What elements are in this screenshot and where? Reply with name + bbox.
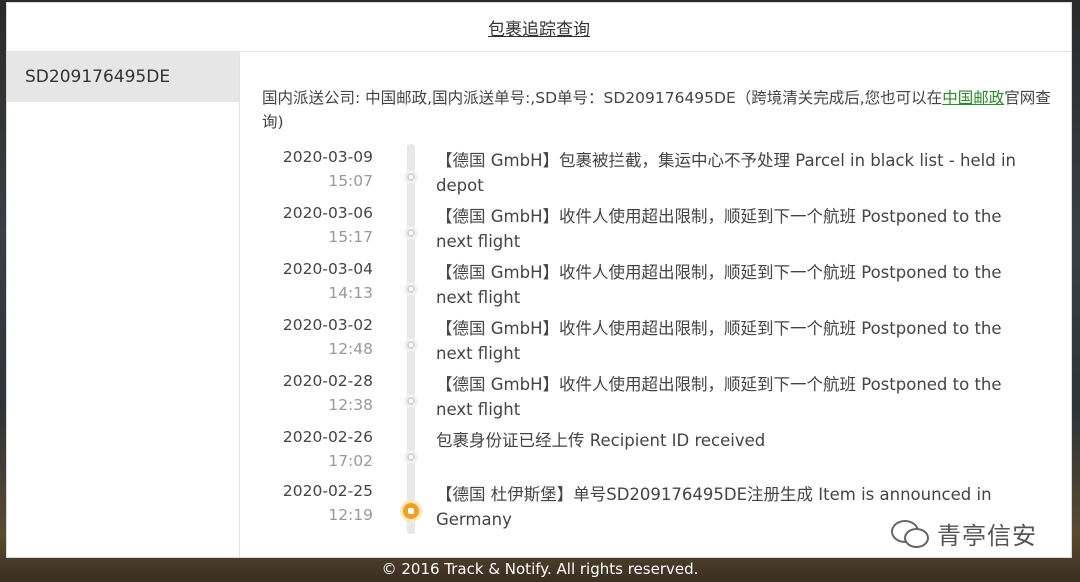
page-header: 包裹追踪查询 [7,3,1071,52]
timeline-dot-icon [404,226,418,240]
timeline-dot-icon [404,394,418,408]
event-time: 15:17 [328,228,373,246]
delivery-info-prefix: 国内派送公司: 中国邮政,国内派送单号:,SD单号：SD209176495DE（… [262,89,943,107]
event-description: 【德国 GmbH】收件人使用超出限制，顺延到下一个航班 Postponed to… [436,263,1002,307]
event-description: 【德国 GmbH】包裹被拦截，集运中心不予处理 Parcel in black … [436,151,1016,195]
event-time: 15:07 [328,172,373,190]
tracking-card: 包裹追踪查询 SD209176495DE 国内派送公司: 中国邮政,国内派送单号… [6,2,1072,558]
china-post-link[interactable]: 中国邮政 [942,89,1004,107]
event-time: 14:13 [328,284,373,302]
timeline-active-dot-icon [400,500,422,522]
event-date: 2020-03-02 [282,316,373,334]
page-footer: © 2016 Track & Notify. All rights reserv… [381,560,699,578]
event-date: 2020-03-09 [282,148,373,166]
event-date: 2020-03-04 [282,260,373,278]
event-description: 【德国 GmbH】收件人使用超出限制，顺延到下一个航班 Postponed to… [436,375,1002,419]
page-title[interactable]: 包裹追踪查询 [488,15,590,40]
wechat-icon [891,520,929,548]
tracking-content: 国内派送公司: 中国邮政,国内派送单号:,SD单号：SD209176495DE（… [239,52,1071,557]
timeline-dot-icon [404,338,418,352]
sidebar-item-tracking-number[interactable]: SD209176495DE [7,52,239,102]
event-description: 包裹身份证已经上传 Recipient ID received [436,431,766,450]
event-description: 【德国 GmbH】收件人使用超出限制，顺延到下一个航班 Postponed to… [436,319,1002,363]
event-description: 【德国 GmbH】收件人使用超出限制，顺延到下一个航班 Postponed to… [436,207,1002,251]
timeline-dot-icon [404,282,418,296]
sidebar: SD209176495DE [7,52,240,557]
event-date: 2020-02-28 [282,372,373,390]
event-time: 17:02 [328,452,373,470]
watermark: 青亭信安 [891,515,1037,551]
event-date: 2020-02-25 [282,482,373,500]
event-date: 2020-03-06 [282,204,373,222]
event-time: 12:38 [328,396,373,414]
timeline-dot-icon [404,450,418,464]
event-time: 12:19 [328,506,373,524]
timeline-dot-icon [404,170,418,184]
event-date: 2020-02-26 [282,428,373,446]
event-time: 12:48 [328,340,373,358]
delivery-info: 国内派送公司: 中国邮政,国内派送单号:,SD单号：SD209176495DE（… [262,86,1072,134]
watermark-text: 青亭信安 [937,521,1037,550]
